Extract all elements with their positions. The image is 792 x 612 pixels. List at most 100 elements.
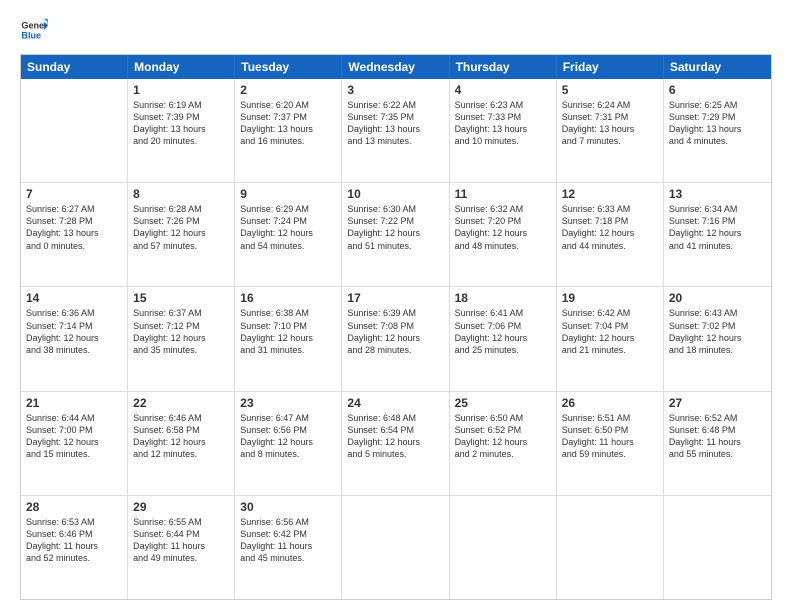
day-number: 8 xyxy=(133,187,229,201)
cell-line: Daylight: 11 hours xyxy=(669,436,766,448)
cell-line: Daylight: 13 hours xyxy=(455,123,551,135)
cell-line: Sunset: 7:18 PM xyxy=(562,215,658,227)
day-number: 14 xyxy=(26,291,122,305)
cell-line: and 16 minutes. xyxy=(240,135,336,147)
day-cell-23: 23Sunrise: 6:47 AMSunset: 6:56 PMDayligh… xyxy=(235,392,342,495)
cell-line: Sunrise: 6:41 AM xyxy=(455,307,551,319)
day-number: 22 xyxy=(133,396,229,410)
cell-line: Daylight: 11 hours xyxy=(26,540,122,552)
day-header-monday: Monday xyxy=(128,55,235,79)
cell-line: and 38 minutes. xyxy=(26,344,122,356)
day-number: 6 xyxy=(669,83,766,97)
cell-line: Sunrise: 6:28 AM xyxy=(133,203,229,215)
cell-line: Sunrise: 6:38 AM xyxy=(240,307,336,319)
cell-line: and 2 minutes. xyxy=(455,448,551,460)
day-number: 29 xyxy=(133,500,229,514)
cell-line: Daylight: 12 hours xyxy=(240,436,336,448)
cell-line: and 7 minutes. xyxy=(562,135,658,147)
cell-line: Daylight: 12 hours xyxy=(669,227,766,239)
day-number: 5 xyxy=(562,83,658,97)
day-cell-10: 10Sunrise: 6:30 AMSunset: 7:22 PMDayligh… xyxy=(342,183,449,286)
cell-line: Sunrise: 6:36 AM xyxy=(26,307,122,319)
cell-line: Daylight: 12 hours xyxy=(347,436,443,448)
cell-line: Sunrise: 6:44 AM xyxy=(26,412,122,424)
cell-line: Sunset: 7:26 PM xyxy=(133,215,229,227)
cell-line: Sunrise: 6:46 AM xyxy=(133,412,229,424)
day-number: 4 xyxy=(455,83,551,97)
cell-line: Sunset: 6:48 PM xyxy=(669,424,766,436)
calendar-row-3: 14Sunrise: 6:36 AMSunset: 7:14 PMDayligh… xyxy=(21,286,771,390)
empty-cell xyxy=(664,496,771,599)
cell-line: Sunrise: 6:24 AM xyxy=(562,99,658,111)
cell-line: and 18 minutes. xyxy=(669,344,766,356)
cell-line: Sunrise: 6:34 AM xyxy=(669,203,766,215)
cell-line: Sunrise: 6:37 AM xyxy=(133,307,229,319)
day-number: 24 xyxy=(347,396,443,410)
day-number: 12 xyxy=(562,187,658,201)
cell-line: Sunset: 6:42 PM xyxy=(240,528,336,540)
empty-cell xyxy=(450,496,557,599)
cell-line: Sunrise: 6:50 AM xyxy=(455,412,551,424)
cell-line: Sunrise: 6:48 AM xyxy=(347,412,443,424)
cell-line: and 5 minutes. xyxy=(347,448,443,460)
logo-icon: General Blue xyxy=(20,16,48,44)
cell-line: Daylight: 12 hours xyxy=(669,332,766,344)
cell-line: Sunrise: 6:42 AM xyxy=(562,307,658,319)
cell-line: Sunrise: 6:23 AM xyxy=(455,99,551,111)
day-cell-26: 26Sunrise: 6:51 AMSunset: 6:50 PMDayligh… xyxy=(557,392,664,495)
cell-line: Daylight: 12 hours xyxy=(26,332,122,344)
cell-line: Sunrise: 6:39 AM xyxy=(347,307,443,319)
day-number: 10 xyxy=(347,187,443,201)
cell-line: Sunset: 7:37 PM xyxy=(240,111,336,123)
cell-line: Daylight: 11 hours xyxy=(562,436,658,448)
day-cell-28: 28Sunrise: 6:53 AMSunset: 6:46 PMDayligh… xyxy=(21,496,128,599)
cell-line: Sunrise: 6:22 AM xyxy=(347,99,443,111)
day-number: 30 xyxy=(240,500,336,514)
cell-line: Daylight: 12 hours xyxy=(562,227,658,239)
day-cell-13: 13Sunrise: 6:34 AMSunset: 7:16 PMDayligh… xyxy=(664,183,771,286)
cell-line: Daylight: 12 hours xyxy=(26,436,122,448)
header: General Blue xyxy=(20,16,772,44)
day-number: 2 xyxy=(240,83,336,97)
day-cell-5: 5Sunrise: 6:24 AMSunset: 7:31 PMDaylight… xyxy=(557,79,664,182)
svg-text:Blue: Blue xyxy=(21,30,41,40)
cell-line: Sunrise: 6:32 AM xyxy=(455,203,551,215)
empty-cell xyxy=(557,496,664,599)
cell-line: Daylight: 12 hours xyxy=(455,436,551,448)
calendar-row-2: 7Sunrise: 6:27 AMSunset: 7:28 PMDaylight… xyxy=(21,182,771,286)
calendar-row-5: 28Sunrise: 6:53 AMSunset: 6:46 PMDayligh… xyxy=(21,495,771,599)
cell-line: Sunset: 6:56 PM xyxy=(240,424,336,436)
day-cell-14: 14Sunrise: 6:36 AMSunset: 7:14 PMDayligh… xyxy=(21,287,128,390)
day-number: 15 xyxy=(133,291,229,305)
day-number: 18 xyxy=(455,291,551,305)
cell-line: Daylight: 12 hours xyxy=(133,436,229,448)
day-cell-7: 7Sunrise: 6:27 AMSunset: 7:28 PMDaylight… xyxy=(21,183,128,286)
day-cell-24: 24Sunrise: 6:48 AMSunset: 6:54 PMDayligh… xyxy=(342,392,449,495)
cell-line: Daylight: 13 hours xyxy=(240,123,336,135)
day-header-wednesday: Wednesday xyxy=(342,55,449,79)
cell-line: Sunrise: 6:52 AM xyxy=(669,412,766,424)
cell-line: and 28 minutes. xyxy=(347,344,443,356)
day-cell-11: 11Sunrise: 6:32 AMSunset: 7:20 PMDayligh… xyxy=(450,183,557,286)
day-cell-1: 1Sunrise: 6:19 AMSunset: 7:39 PMDaylight… xyxy=(128,79,235,182)
cell-line: Sunset: 6:52 PM xyxy=(455,424,551,436)
cell-line: Sunset: 7:31 PM xyxy=(562,111,658,123)
cell-line: and 35 minutes. xyxy=(133,344,229,356)
day-cell-4: 4Sunrise: 6:23 AMSunset: 7:33 PMDaylight… xyxy=(450,79,557,182)
cell-line: Daylight: 12 hours xyxy=(455,332,551,344)
cell-line: Sunset: 7:35 PM xyxy=(347,111,443,123)
cell-line: Sunset: 7:06 PM xyxy=(455,320,551,332)
cell-line: and 52 minutes. xyxy=(26,552,122,564)
cell-line: Sunrise: 6:20 AM xyxy=(240,99,336,111)
cell-line: Sunrise: 6:19 AM xyxy=(133,99,229,111)
day-number: 7 xyxy=(26,187,122,201)
cell-line: and 4 minutes. xyxy=(669,135,766,147)
day-number: 9 xyxy=(240,187,336,201)
cell-line: Daylight: 12 hours xyxy=(562,332,658,344)
day-cell-18: 18 Sunrise: 6:41 AMSunset: 7:06 PMDayligh… xyxy=(450,287,557,390)
cell-line: and 59 minutes. xyxy=(562,448,658,460)
cell-line: Daylight: 12 hours xyxy=(240,332,336,344)
day-header-friday: Friday xyxy=(557,55,664,79)
cell-line: Sunset: 7:29 PM xyxy=(669,111,766,123)
day-number: 20 xyxy=(669,291,766,305)
